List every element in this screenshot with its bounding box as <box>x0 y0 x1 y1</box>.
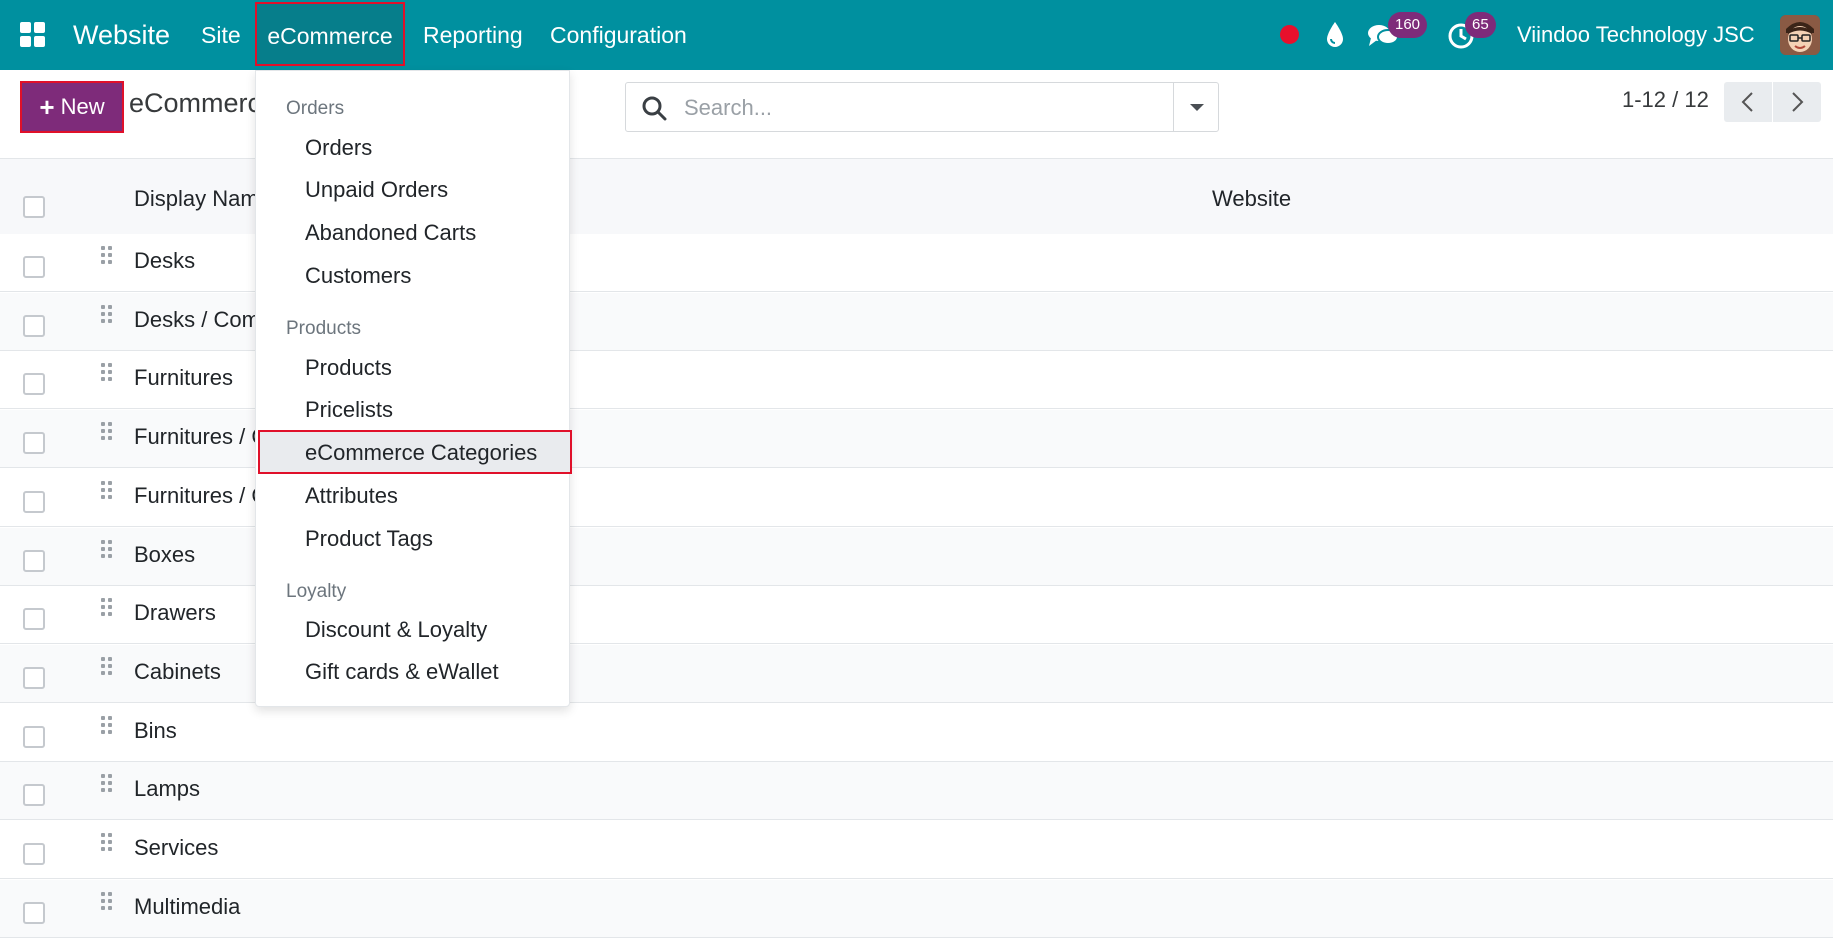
messages-badge: 160 <box>1388 12 1428 38</box>
plus-icon: + <box>39 91 55 122</box>
search-input[interactable] <box>682 83 1156 133</box>
drag-handle-icon[interactable] <box>101 657 115 679</box>
ecommerce-dropdown-menu: Orders Orders Unpaid Orders Abandoned Ca… <box>255 70 572 707</box>
pager-previous-button[interactable] <box>1724 82 1772 122</box>
row-display-name: Boxes <box>134 542 196 567</box>
menu-ecommerce[interactable]: eCommerce <box>255 2 405 66</box>
section-orders: Orders <box>286 98 345 119</box>
row-display-name: Services <box>134 835 219 860</box>
drag-handle-icon[interactable] <box>101 540 115 562</box>
menu-item-gift-cards[interactable]: Gift cards & eWallet <box>305 659 499 685</box>
table-row[interactable]: Lamps <box>0 762 1833 820</box>
row-display-name: Drawers <box>134 600 216 625</box>
drag-handle-icon[interactable] <box>101 598 115 620</box>
avatar-face-icon <box>1780 15 1820 55</box>
table-row[interactable]: Bins <box>0 704 1833 762</box>
top-navbar: Website Site eCommerce Reporting Configu… <box>0 0 1833 70</box>
pager-value[interactable]: 1-12 / 12 <box>1622 87 1709 113</box>
drag-handle-icon[interactable] <box>101 892 115 914</box>
table-row[interactable]: Services <box>0 821 1833 879</box>
section-loyalty: Loyalty <box>286 581 347 602</box>
drag-handle-icon[interactable] <box>101 716 115 738</box>
drag-handle-icon[interactable] <box>101 481 115 503</box>
chevron-left-icon <box>1741 92 1753 112</box>
app-brand[interactable]: Website <box>73 0 170 70</box>
row-checkbox[interactable] <box>23 608 45 630</box>
menu-site[interactable]: Site <box>201 0 241 70</box>
row-display-name: Lamps <box>134 776 201 801</box>
search-bar <box>625 82 1219 133</box>
column-display-name[interactable]: Display Name <box>134 186 271 212</box>
row-checkbox[interactable] <box>23 491 45 513</box>
drag-handle-icon[interactable] <box>101 422 115 444</box>
app-grid-icon[interactable] <box>20 22 46 48</box>
menu-item-attributes[interactable]: Attributes <box>305 483 398 509</box>
company-switcher[interactable]: Viindoo Technology JSC <box>1517 0 1755 70</box>
drag-handle-icon[interactable] <box>101 833 115 855</box>
new-button[interactable]: + New <box>20 81 124 133</box>
column-website[interactable]: Website <box>1212 186 1291 212</box>
chevron-right-icon <box>1792 92 1804 112</box>
row-display-name: Cabinets <box>134 659 221 684</box>
drag-handle-icon[interactable] <box>101 305 115 327</box>
row-checkbox[interactable] <box>23 256 45 278</box>
section-products: Products <box>286 318 361 339</box>
search-options-toggle[interactable] <box>1173 83 1218 131</box>
menu-item-pricelists[interactable]: Pricelists <box>305 397 393 423</box>
menu-item-orders[interactable]: Orders <box>305 135 372 161</box>
record-icon[interactable] <box>1280 25 1299 44</box>
row-checkbox[interactable] <box>23 315 45 337</box>
menu-item-discount-loyalty[interactable]: Discount & Loyalty <box>305 617 487 643</box>
select-all-checkbox[interactable] <box>23 196 45 218</box>
row-checkbox[interactable] <box>23 843 45 865</box>
row-display-name: Bins <box>134 718 177 743</box>
menu-reporting[interactable]: Reporting <box>423 0 523 70</box>
row-display-name: Furnitures <box>134 365 234 390</box>
drag-handle-icon[interactable] <box>101 246 115 268</box>
menu-item-unpaid-orders[interactable]: Unpaid Orders <box>305 177 448 203</box>
drag-handle-icon[interactable] <box>101 774 115 796</box>
menu-configuration[interactable]: Configuration <box>550 0 687 70</box>
droplet-icon[interactable] <box>1323 20 1347 50</box>
row-checkbox[interactable] <box>23 550 45 572</box>
menu-item-products[interactable]: Products <box>305 355 392 381</box>
activities-badge: 65 <box>1465 12 1496 38</box>
row-checkbox[interactable] <box>23 726 45 748</box>
row-checkbox[interactable] <box>23 667 45 689</box>
pager-next-button[interactable] <box>1773 82 1821 122</box>
new-button-label: New <box>60 94 105 119</box>
menu-item-ecommerce-categories[interactable]: eCommerce Categories <box>305 440 537 466</box>
user-avatar[interactable] <box>1780 15 1820 55</box>
menu-item-abandoned-carts[interactable]: Abandoned Carts <box>305 220 476 246</box>
row-display-name: Multimedia <box>134 894 241 919</box>
table-row[interactable]: Multimedia <box>0 880 1833 938</box>
row-checkbox[interactable] <box>23 432 45 454</box>
row-display-name: Desks <box>134 248 196 273</box>
row-checkbox[interactable] <box>23 902 45 924</box>
menu-item-product-tags[interactable]: Product Tags <box>305 526 433 552</box>
menu-item-customers[interactable]: Customers <box>305 263 411 289</box>
drag-handle-icon[interactable] <box>101 363 115 385</box>
row-checkbox[interactable] <box>23 373 45 395</box>
search-icon <box>642 96 667 121</box>
row-checkbox[interactable] <box>23 784 45 806</box>
